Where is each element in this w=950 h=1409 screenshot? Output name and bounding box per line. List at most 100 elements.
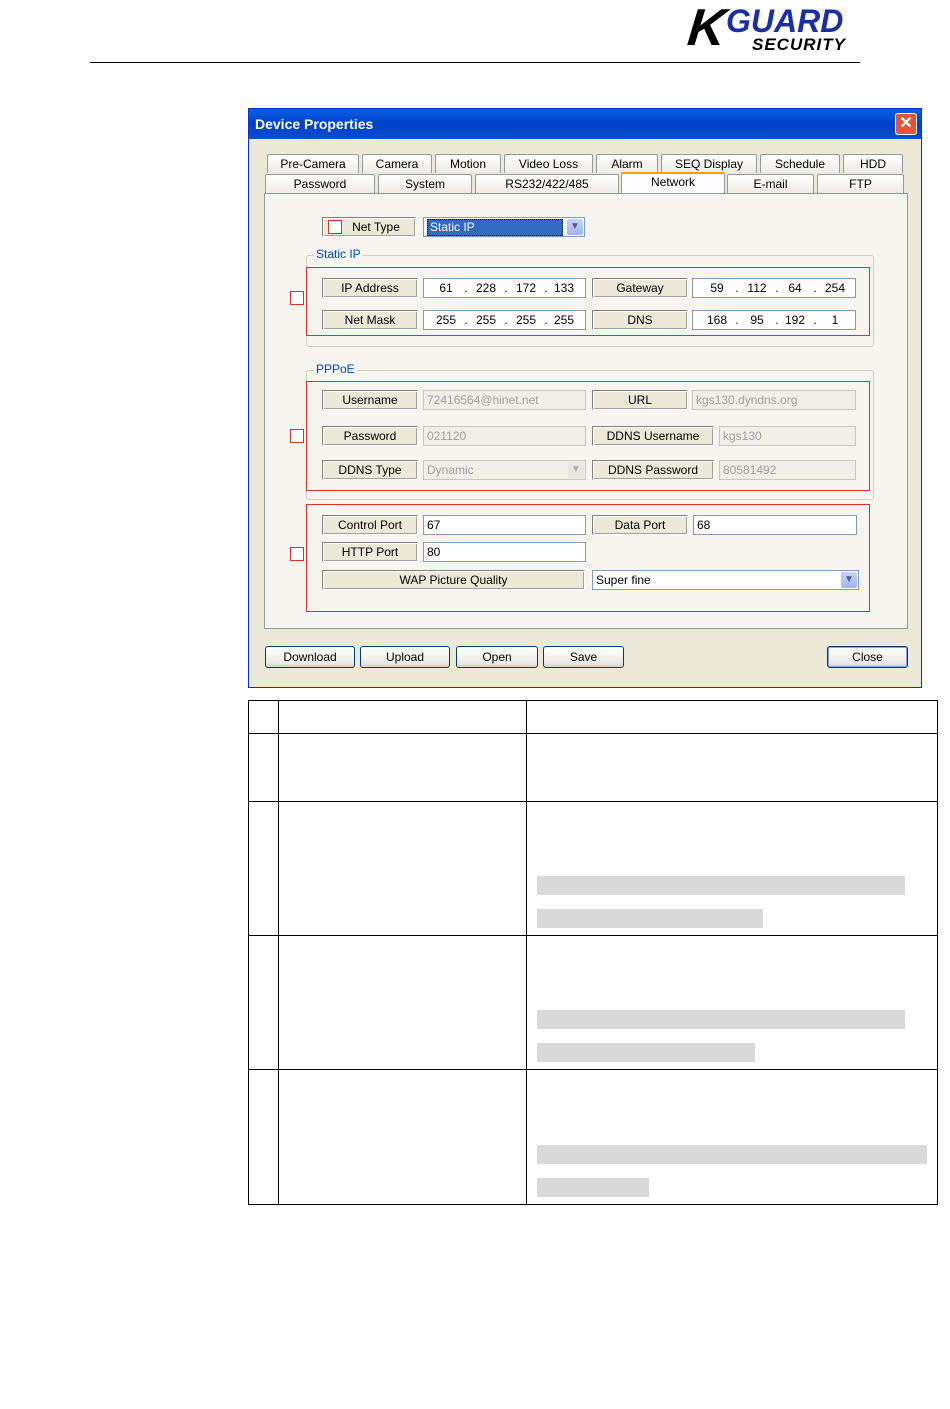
ddns-username-field[interactable]: kgs130 <box>719 426 856 446</box>
mask-octet-1: 255 <box>435 313 457 327</box>
table-rule <box>248 733 938 734</box>
table-rule <box>937 700 938 1205</box>
url-label: URL <box>592 390 688 410</box>
tab-video-loss[interactable]: Video Loss <box>504 154 593 173</box>
header-rule <box>90 62 860 63</box>
ip-address-label: IP Address <box>322 278 418 298</box>
wap-quality-label: WAP Picture Quality <box>322 570 585 590</box>
http-port-label: HTTP Port <box>322 542 418 562</box>
callout-marker-3 <box>290 429 304 443</box>
wap-quality-select[interactable]: Super fine ▼ <box>592 570 859 590</box>
ddns-password-field[interactable]: 80581492 <box>719 460 856 480</box>
control-port-label: Control Port <box>322 515 418 535</box>
tab-rs232[interactable]: RS232/422/485 <box>475 174 619 193</box>
redacted-text-bar <box>537 1043 755 1062</box>
ddns-type-value: Dynamic <box>427 463 474 477</box>
ddns-password-label: DDNS Password <box>592 460 714 480</box>
tab-network[interactable]: Network <box>621 172 725 193</box>
tab-system[interactable]: System <box>378 174 472 193</box>
callout-description-table <box>248 700 938 1205</box>
callout-marker-4 <box>290 547 304 561</box>
dns-octet-3: 192 <box>784 313 806 327</box>
mask-octet-4: 255 <box>553 313 575 327</box>
pppoe-group-title: PPPoE <box>314 362 357 376</box>
chevron-down-icon[interactable]: ▼ <box>568 462 584 478</box>
dns-label: DNS <box>592 310 688 330</box>
close-icon[interactable]: ✕ <box>895 113 917 135</box>
tab-alarm[interactable]: Alarm <box>596 154 658 173</box>
tab-motion[interactable]: Motion <box>435 154 501 173</box>
mask-octet-2: 255 <box>475 313 497 327</box>
ddns-username-label: DDNS Username <box>592 426 714 446</box>
gateway-octet-2: 112 <box>747 281 767 295</box>
dns-octet-4: 1 <box>831 313 839 327</box>
tab-seq-display[interactable]: SEQ Display <box>661 154 757 173</box>
download-button[interactable]: Download <box>265 646 355 668</box>
wap-quality-value: Super fine <box>596 573 651 587</box>
ip-address-field[interactable]: 61. 228. 172. 133 <box>423 278 586 298</box>
tab-ftp[interactable]: FTP <box>817 174 904 193</box>
table-rule <box>248 801 938 802</box>
table-rule <box>248 1204 938 1205</box>
username-label: Username <box>322 390 418 410</box>
redacted-text-bar <box>537 1010 905 1029</box>
static-ip-group-title: Static IP <box>314 247 363 261</box>
chevron-down-icon[interactable]: ▼ <box>841 572 857 588</box>
ip-octet-4: 133 <box>553 281 575 295</box>
tab-pre-camera[interactable]: Pre-Camera <box>267 154 359 173</box>
redacted-text-bar <box>537 909 763 928</box>
http-port-field[interactable]: 80 <box>423 542 586 562</box>
ddns-type-select[interactable]: Dynamic ▼ <box>423 460 586 480</box>
password-field[interactable]: 021120 <box>423 426 586 446</box>
redacted-text-bar <box>537 876 905 895</box>
logo-security: SECURITY <box>752 35 846 54</box>
gateway-field[interactable]: 59. 112. 64. 254 <box>692 278 856 298</box>
tab-camera[interactable]: Camera <box>362 154 432 173</box>
close-button[interactable]: Close <box>827 646 908 668</box>
ip-octet-2: 228 <box>475 281 497 295</box>
net-mask-label: Net Mask <box>322 310 418 330</box>
logo-guard: GUARD <box>726 3 844 39</box>
gateway-label: Gateway <box>592 278 688 298</box>
ip-octet-1: 61 <box>439 281 453 295</box>
table-rule <box>278 700 279 1205</box>
net-type-value: Static IP <box>427 219 563 236</box>
username-field[interactable]: 72416564@hinet.net <box>423 390 586 410</box>
dns-field[interactable]: 168. 95. 192. 1 <box>692 310 856 330</box>
tab-schedule[interactable]: Schedule <box>760 154 840 173</box>
net-type-select[interactable]: Static IP ▼ <box>423 217 585 237</box>
ip-octet-3: 172 <box>515 281 537 295</box>
gateway-octet-1: 59 <box>710 281 724 295</box>
dns-octet-2: 95 <box>750 313 764 327</box>
table-rule <box>526 700 527 1205</box>
open-button[interactable]: Open <box>456 646 538 668</box>
net-mask-field[interactable]: 255. 255. 255. 255 <box>423 310 586 330</box>
upload-button[interactable]: Upload <box>360 646 450 668</box>
url-field[interactable]: kgs130.dyndns.org <box>692 390 856 410</box>
callout-marker-net-type <box>328 220 342 234</box>
redacted-text-bar <box>537 1145 927 1164</box>
redacted-text-bar <box>537 1178 649 1197</box>
table-rule <box>248 700 249 1205</box>
chevron-down-icon[interactable]: ▼ <box>567 219 583 235</box>
gateway-octet-3: 64 <box>788 281 802 295</box>
data-port-field[interactable]: 68 <box>693 515 857 535</box>
dialog-title: Device Properties <box>255 116 374 132</box>
callout-marker-2 <box>290 291 304 305</box>
gateway-octet-4: 254 <box>824 281 846 295</box>
save-button[interactable]: Save <box>543 646 624 668</box>
dns-octet-1: 168 <box>706 313 728 327</box>
control-port-field[interactable]: 67 <box>423 515 586 535</box>
data-port-label: Data Port <box>592 515 688 535</box>
password-label: Password <box>322 426 418 446</box>
kguard-security-logo: K GUARD SECURITY <box>684 0 868 58</box>
mask-octet-3: 255 <box>515 313 537 327</box>
logo-k: K <box>684 0 729 57</box>
table-rule <box>248 935 938 936</box>
tab-hdd[interactable]: HDD <box>843 154 903 173</box>
title-bar[interactable]: Device Properties ✕ <box>249 109 921 139</box>
table-rule <box>248 1069 938 1070</box>
tab-password[interactable]: Password <box>265 174 375 193</box>
tab-email[interactable]: E-mail <box>727 174 814 193</box>
table-rule <box>248 700 938 701</box>
